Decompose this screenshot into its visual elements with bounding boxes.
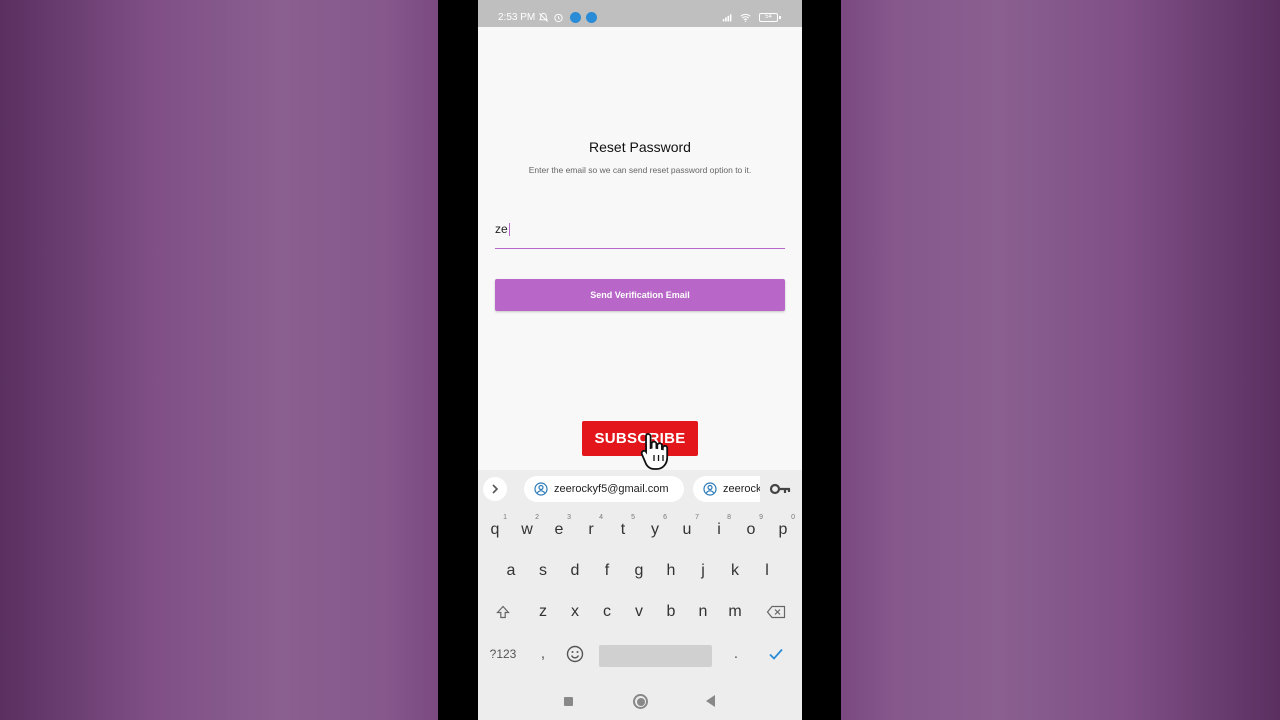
status-bar: 2:53 PM 54	[478, 0, 802, 27]
letterbox-left	[438, 0, 478, 720]
key-f[interactable]: f	[593, 551, 621, 591]
shift-icon	[496, 605, 510, 619]
key-e[interactable]: e3	[545, 510, 573, 550]
backspace-icon	[766, 605, 786, 619]
done-key[interactable]	[764, 634, 788, 674]
key-z[interactable]: z	[529, 592, 557, 632]
key-r[interactable]: r4	[577, 510, 605, 550]
key-g[interactable]: g	[625, 551, 653, 591]
keyboard-row-2: a s d f g h j k l	[478, 551, 802, 591]
key-m[interactable]: m	[721, 592, 749, 632]
key-o[interactable]: o9	[737, 510, 765, 550]
key-j[interactable]: j	[689, 551, 717, 591]
navigation-bar	[478, 682, 802, 720]
send-verification-email-button[interactable]: Send Verification Email	[495, 279, 785, 311]
suggestion-chip-label: zeerockyf5@gmail.com	[554, 483, 669, 495]
notification-dot-icon	[570, 12, 581, 23]
period-key[interactable]: .	[726, 634, 746, 674]
backspace-key[interactable]	[760, 592, 792, 632]
account-icon	[534, 482, 548, 496]
home-icon[interactable]	[633, 694, 648, 709]
suggestion-chip[interactable]: zeerock	[693, 476, 760, 502]
phone-screen: 2:53 PM 54 Reset Password Enter the emai…	[478, 0, 802, 720]
account-icon	[703, 482, 717, 496]
check-icon	[769, 648, 783, 660]
key-p[interactable]: p0	[769, 510, 797, 550]
key-b[interactable]: b	[657, 592, 685, 632]
key-t[interactable]: t5	[609, 510, 637, 550]
space-bar[interactable]	[599, 645, 712, 667]
alarm-icon	[554, 13, 563, 23]
status-time: 2:53 PM	[498, 12, 536, 23]
key-h[interactable]: h	[657, 551, 685, 591]
symbols-key[interactable]: ?123	[485, 634, 521, 674]
email-field-value: ze	[495, 222, 508, 236]
notification-dot-icon	[586, 12, 597, 23]
suggestion-chip[interactable]: zeerockyf5@gmail.com	[524, 476, 684, 502]
key-s[interactable]: s	[529, 551, 557, 591]
expand-suggestions-button[interactable]	[483, 477, 507, 501]
key-i[interactable]: i8	[705, 510, 733, 550]
key-w[interactable]: w2	[513, 510, 541, 550]
email-field[interactable]: ze	[495, 218, 785, 249]
key-l[interactable]: l	[753, 551, 781, 591]
hand-cursor-icon	[640, 433, 669, 470]
key-x[interactable]: x	[561, 592, 589, 632]
key-d[interactable]: d	[561, 551, 589, 591]
shift-key[interactable]	[488, 592, 518, 632]
autofill-suggestion-bar: zeerockyf5@gmail.com zeerock	[478, 470, 802, 508]
back-icon[interactable]	[706, 695, 715, 707]
text-caret	[508, 223, 510, 237]
key-k[interactable]: k	[721, 551, 749, 591]
signal-icon	[722, 14, 732, 22]
key-c[interactable]: c	[593, 592, 621, 632]
comma-key[interactable]: ,	[533, 634, 553, 674]
suggestion-chip-label: zeerock	[723, 483, 760, 495]
key-a[interactable]: a	[497, 551, 525, 591]
recents-icon[interactable]	[564, 697, 573, 706]
key-y[interactable]: y6	[641, 510, 669, 550]
key-u[interactable]: u7	[673, 510, 701, 550]
chevron-right-icon	[492, 484, 499, 494]
mute-bell-icon	[538, 12, 549, 22]
page-title: Reset Password	[589, 139, 691, 155]
key-q[interactable]: q1	[481, 510, 509, 550]
key-n[interactable]: n	[689, 592, 717, 632]
key-v[interactable]: v	[625, 592, 653, 632]
emoji-key[interactable]	[563, 634, 587, 674]
keyboard-row-3: z x c v b n m	[478, 592, 802, 632]
password-manager-button[interactable]	[760, 470, 802, 508]
battery-icon: 54	[759, 13, 781, 22]
keyboard-row-1: q1 w2 e3 r4 t5 y6 u7 i8 o9 p0	[478, 510, 802, 550]
emoji-icon	[566, 645, 584, 663]
page-subtitle: Enter the email so we can send reset pas…	[528, 165, 752, 175]
letterbox-right	[802, 0, 841, 720]
wifi-icon	[740, 13, 751, 22]
key-icon	[770, 483, 791, 495]
